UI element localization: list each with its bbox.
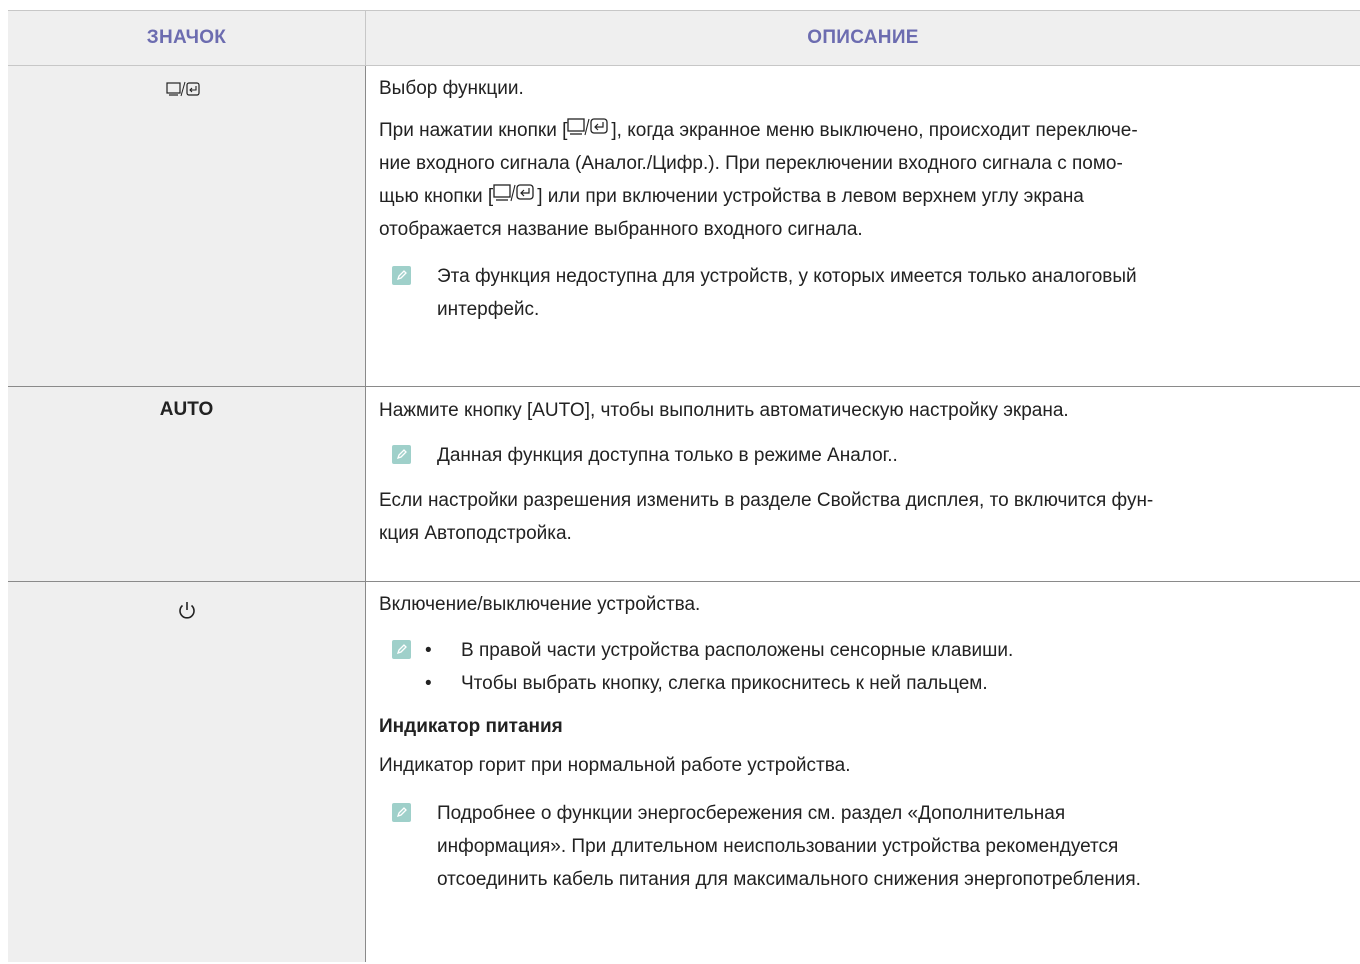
note-icon <box>392 266 411 285</box>
description-cell: Выбор функции. При нажатии кнопки [ ], ко… <box>366 66 1360 386</box>
note-line: Подробнее о функции энергосбережения см.… <box>437 803 1066 824</box>
note: • В правой части устройства расположены с… <box>379 634 1352 700</box>
note: Эта функция недоступна для устройств, у … <box>379 260 1352 326</box>
paragraph-line: Если настройки разрешения изменить в раз… <box>379 490 1154 511</box>
note-text: Данная функция доступна только в режиме … <box>437 445 898 466</box>
paragraph-line: ние входного сигнала (Аналог./Цифр.). Пр… <box>379 153 1123 174</box>
function-table: ЗНАЧОК ОПИСАНИЕ Выбор функции. При нажат… <box>8 10 1360 962</box>
power-icon <box>177 600 197 962</box>
paragraph-line: отображается название выбранного входног… <box>379 219 863 240</box>
text-span: ] или при включении устройства в левом в… <box>537 186 1084 207</box>
note-icon <box>392 445 411 464</box>
paragraph-line: щью кнопки [ ] или при включении устройст… <box>379 180 1352 213</box>
paragraph-line: При нажатии кнопки [ ], когда экранное ме… <box>379 114 1352 147</box>
note-text: Эта функция недоступна для устройств, у … <box>437 260 1137 326</box>
note-line: интерфейс. <box>437 299 540 320</box>
note-icon <box>392 640 411 659</box>
note-text: Подробнее о функции энергосбережения см.… <box>437 797 1141 896</box>
note-line: Эта функция недоступна для устройств, у … <box>437 266 1137 287</box>
subheading: Индикатор питания <box>379 716 563 737</box>
table-row: Выбор функции. При нажатии кнопки [ ], ко… <box>8 66 1360 387</box>
bullet-list: • В правой части устройства расположены с… <box>425 634 1013 700</box>
table-header: ЗНАЧОК ОПИСАНИЕ <box>8 10 1360 66</box>
bullet-icon: • <box>425 673 432 694</box>
header-description-column: ОПИСАНИЕ <box>807 27 919 48</box>
paragraph-line: Индикатор горит при нормальной работе ус… <box>379 755 851 776</box>
note: Подробнее о функции энергосбережения см.… <box>379 797 1352 896</box>
bullet-icon: • <box>425 640 432 661</box>
list-item: • В правой части устройства расположены с… <box>425 634 1013 667</box>
description-cell: Включение/выключение устройства. • В прав… <box>366 582 1360 962</box>
row-title: Выбор функции. <box>379 78 524 99</box>
text-span: щью кнопки [ <box>379 186 494 207</box>
list-item-text: В правой части устройства расположены се… <box>461 640 1014 661</box>
note-line: информация». При длительном неиспользова… <box>437 836 1119 857</box>
source-enter-icon <box>165 80 208 386</box>
auto-label: AUTO <box>159 399 214 420</box>
header-icon-column: ЗНАЧОК <box>8 11 366 65</box>
text-span: При нажатии кнопки [ <box>379 120 568 141</box>
table-row: AUTO Нажмите кнопку [AUTO], чтобы выполн… <box>8 387 1360 582</box>
note: Данная функция доступна только в режиме … <box>379 439 1352 472</box>
note-line: отсоединить кабель питания для максималь… <box>437 869 1141 890</box>
list-item: • Чтобы выбрать кнопку, слегка прикосните… <box>425 667 1013 700</box>
description-cell: Нажмите кнопку [AUTO], чтобы выполнить а… <box>366 387 1360 581</box>
list-item-text: Чтобы выбрать кнопку, слегка прикоснитес… <box>461 673 988 694</box>
icon-cell <box>8 582 366 962</box>
source-enter-icon <box>493 183 537 203</box>
icon-cell: AUTO <box>8 387 366 581</box>
text-span: ], когда экранное меню выключено, происх… <box>611 120 1138 141</box>
source-enter-icon <box>567 117 611 137</box>
paragraph-line: Включение/выключение устройства. <box>379 594 701 615</box>
paragraph-line: кция Автоподстройка. <box>379 523 572 544</box>
paragraph-line: Нажмите кнопку [AUTO], чтобы выполнить а… <box>379 400 1069 421</box>
icon-cell <box>8 66 366 386</box>
table-row: Включение/выключение устройства. • В прав… <box>8 582 1360 962</box>
note-icon <box>392 803 411 822</box>
